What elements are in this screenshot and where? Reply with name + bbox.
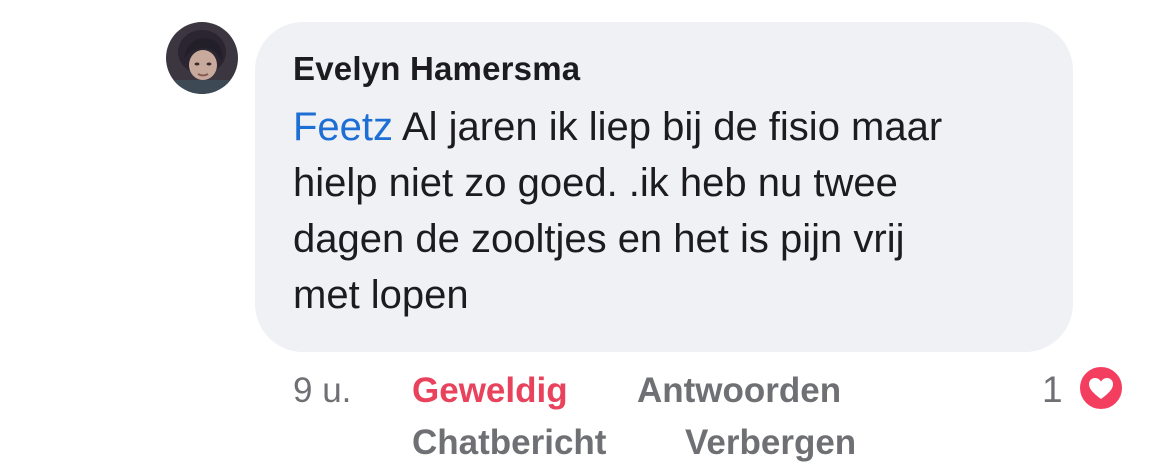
mention-link[interactable]: Feetz	[293, 105, 393, 149]
love-reaction-button[interactable]: Geweldig	[412, 371, 568, 411]
comment-thread: Evelyn Hamersma Feetz Al jaren ik liep b…	[0, 0, 1161, 468]
avatar-image	[172, 30, 232, 94]
reaction-count[interactable]: 1	[1042, 369, 1063, 411]
avatar[interactable]	[166, 22, 238, 94]
hide-button[interactable]: Verbergen	[685, 423, 856, 463]
heart-glyph	[1089, 377, 1113, 399]
heart-icon[interactable]	[1077, 364, 1125, 412]
comment-timestamp: 9 u.	[293, 371, 352, 410]
comment-author[interactable]: Evelyn Hamersma	[293, 50, 580, 88]
comment-text: Feetz Al jaren ik liep bij de fisio maar…	[293, 99, 1053, 323]
reply-button[interactable]: Antwoorden	[637, 371, 841, 411]
message-button[interactable]: Chatbericht	[412, 423, 606, 463]
